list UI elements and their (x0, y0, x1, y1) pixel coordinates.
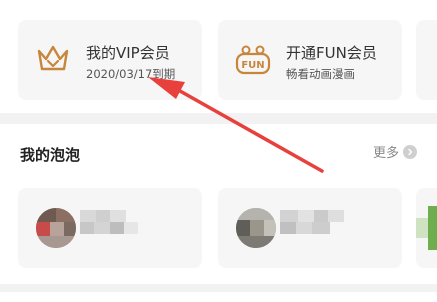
fun-membership-card[interactable]: FUN 开通FUN会员 畅看动画漫画 (218, 20, 402, 100)
membership-section: 我的VIP会员 2020/03/17到期 FUN 开通FUN会员 畅看动画漫画 (0, 0, 437, 113)
partial-card-right[interactable] (416, 20, 437, 100)
blurred-text (110, 210, 126, 222)
fun-card-subtitle: 畅看动画漫画 (286, 67, 355, 81)
blurred-text (280, 210, 298, 222)
vip-expiry-date: 2020/03/17到期 (86, 67, 176, 81)
blurred-text (96, 210, 110, 222)
blurred-text (328, 210, 344, 222)
bubble-card-partial[interactable] (416, 188, 437, 268)
bubbles-section: 我的泡泡 更多 (0, 124, 437, 284)
blurred-text (298, 210, 314, 222)
blurred-text (280, 222, 296, 234)
blurred-text (80, 210, 96, 222)
blurred-text (312, 222, 330, 234)
avatar (36, 208, 76, 248)
chevron-right-circle-icon (403, 144, 417, 159)
bubble-card[interactable] (218, 188, 402, 268)
bubble-card[interactable] (18, 188, 202, 268)
blurred-text (124, 222, 138, 234)
fun-badge-icon: FUN (235, 45, 271, 75)
svg-text:FUN: FUN (241, 60, 264, 71)
avatar (236, 208, 276, 248)
bubbles-section-title: 我的泡泡 (20, 146, 81, 164)
blurred-text (110, 222, 124, 234)
bottom-strip (0, 292, 437, 302)
fun-card-title: 开通FUN会员 (286, 44, 377, 62)
vip-card-title: 我的VIP会员 (86, 44, 170, 62)
more-label: 更多 (372, 146, 399, 161)
blurred-text (94, 222, 110, 234)
vip-membership-card[interactable]: 我的VIP会员 2020/03/17到期 (18, 20, 202, 100)
blurred-text (296, 222, 312, 234)
blurred-text (314, 210, 328, 222)
more-link[interactable]: 更多 (373, 142, 417, 161)
crown-icon (37, 45, 69, 71)
blurred-text (80, 222, 94, 234)
